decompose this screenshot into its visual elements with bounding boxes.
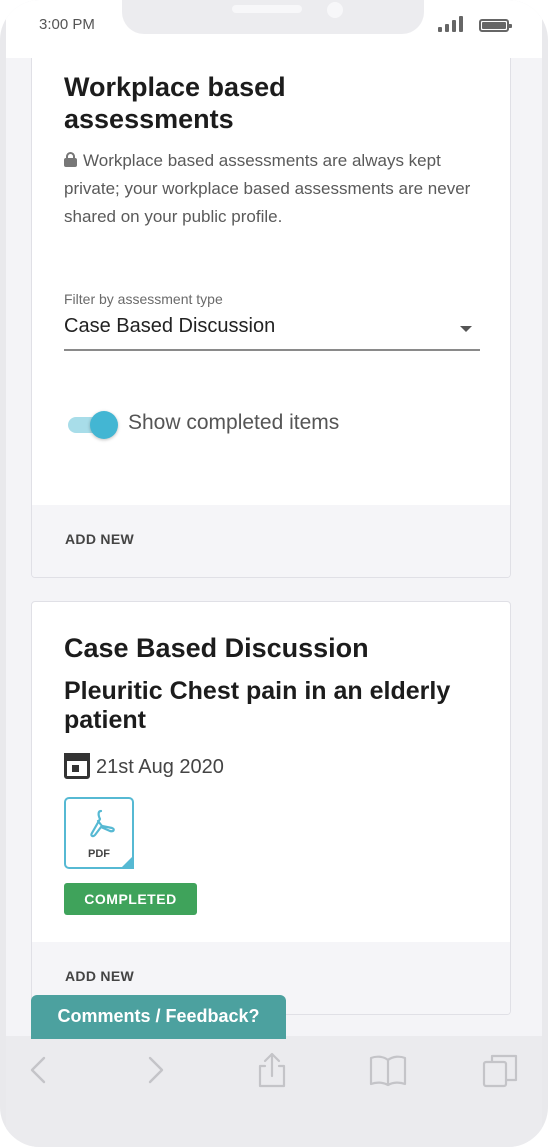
caret-down-icon: [460, 326, 472, 332]
select-value: Case Based Discussion: [64, 315, 276, 337]
phone-frame: 3:00 PM Workplace based assessments Work…: [0, 0, 548, 1147]
privacy-note: Workplace based assessments are always k…: [64, 147, 484, 231]
lock-icon: [64, 152, 77, 167]
show-completed-toggle[interactable]: [68, 409, 118, 441]
pdf-attachment[interactable]: PDF: [64, 797, 134, 869]
speaker: [232, 5, 302, 13]
bookmarks-button[interactable]: [368, 1050, 408, 1090]
signal-icon: [438, 16, 468, 32]
chevron-right-icon: [148, 1056, 164, 1084]
assessment-type-select[interactable]: Case Based Discussion: [64, 309, 480, 351]
pdf-icon: [90, 809, 115, 838]
forward-button[interactable]: [134, 1050, 174, 1090]
assessment-date: 21st Aug 2020: [96, 756, 224, 778]
add-new-button[interactable]: ADD NEW: [65, 531, 134, 547]
assessment-type: Case Based Discussion: [64, 633, 369, 663]
share-button[interactable]: [252, 1050, 292, 1090]
browser-toolbar: [6, 1036, 542, 1147]
filter-label: Filter by assessment type: [64, 291, 223, 307]
feedback-button[interactable]: Comments / Feedback?: [31, 995, 286, 1039]
status-time: 3:00 PM: [39, 16, 95, 33]
toggle-knob: [90, 411, 118, 439]
battery-icon: [479, 19, 512, 32]
add-new-button[interactable]: ADD NEW: [65, 968, 134, 984]
status-badge: COMPLETED: [64, 883, 197, 915]
assessment-title: Pleuritic Chest pain in an elderly patie…: [64, 677, 451, 734]
notch: [122, 0, 424, 34]
chevron-left-icon: [30, 1056, 46, 1084]
calendar-icon: [64, 753, 90, 779]
assessment-item-card[interactable]: Case Based Discussion Pleuritic Chest pa…: [31, 601, 511, 1015]
back-button[interactable]: [20, 1050, 60, 1090]
section-title: Workplace based assessments: [64, 72, 286, 134]
status-bar: 3:00 PM: [6, 0, 542, 58]
pdf-fold: [120, 855, 134, 869]
privacy-note-text: Workplace based assessments are always k…: [64, 151, 471, 226]
assessments-card: Workplace based assessments Workplace ba…: [31, 40, 511, 578]
tabs-button[interactable]: [480, 1050, 520, 1090]
camera: [327, 2, 343, 18]
toggle-label: Show completed items: [128, 411, 340, 434]
screen: 3:00 PM Workplace based assessments Work…: [6, 0, 542, 1147]
share-icon: [258, 1052, 286, 1088]
book-icon: [369, 1055, 407, 1087]
card-footer: ADD NEW: [32, 505, 510, 577]
tabs-icon: [482, 1054, 518, 1088]
